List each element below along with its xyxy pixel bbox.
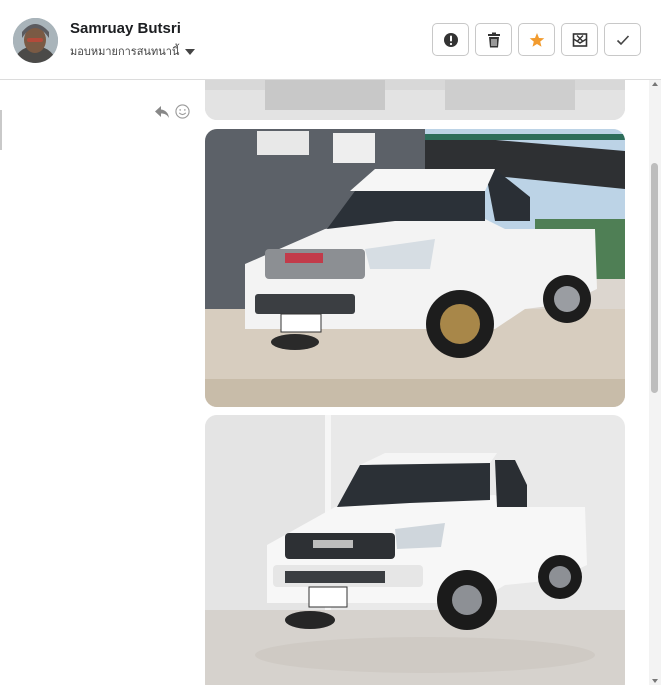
thread-scrollbar[interactable] xyxy=(649,80,661,685)
mark-unread-button[interactable] xyxy=(561,23,598,56)
check-icon xyxy=(616,34,629,45)
message-image[interactable] xyxy=(205,415,625,685)
star-icon xyxy=(529,32,544,47)
scroll-up-icon[interactable] xyxy=(652,82,658,86)
mark-done-button[interactable] xyxy=(604,23,641,56)
assign-label: มอบหมายการสนทนานี้ xyxy=(70,46,180,58)
star-button[interactable] xyxy=(518,23,555,56)
alert-circle-icon xyxy=(443,32,458,47)
divider xyxy=(0,110,2,150)
conversation-toolbar xyxy=(432,23,641,56)
envelope-x-icon xyxy=(572,32,587,47)
scroll-down-icon[interactable] xyxy=(652,679,658,683)
scroll-thumb[interactable] xyxy=(651,163,658,393)
delete-button[interactable] xyxy=(475,23,512,56)
trash-icon xyxy=(487,32,500,47)
reply-icon[interactable] xyxy=(154,105,170,119)
message-actions xyxy=(154,104,190,119)
message-thread[interactable] xyxy=(0,80,661,685)
conversation-header: Samruay Butsri มอบหมายการสนทนานี้ xyxy=(0,0,661,80)
report-spam-button[interactable] xyxy=(432,23,469,56)
emoji-icon[interactable] xyxy=(175,104,190,119)
message-image[interactable] xyxy=(205,80,625,120)
message-image[interactable] xyxy=(205,129,625,407)
contact-name[interactable]: Samruay Butsri xyxy=(70,20,181,37)
assign-conversation-dropdown[interactable]: มอบหมายการสนทนานี้ xyxy=(70,42,196,60)
contact-avatar[interactable] xyxy=(13,18,58,63)
chevron-down-icon xyxy=(185,48,196,55)
